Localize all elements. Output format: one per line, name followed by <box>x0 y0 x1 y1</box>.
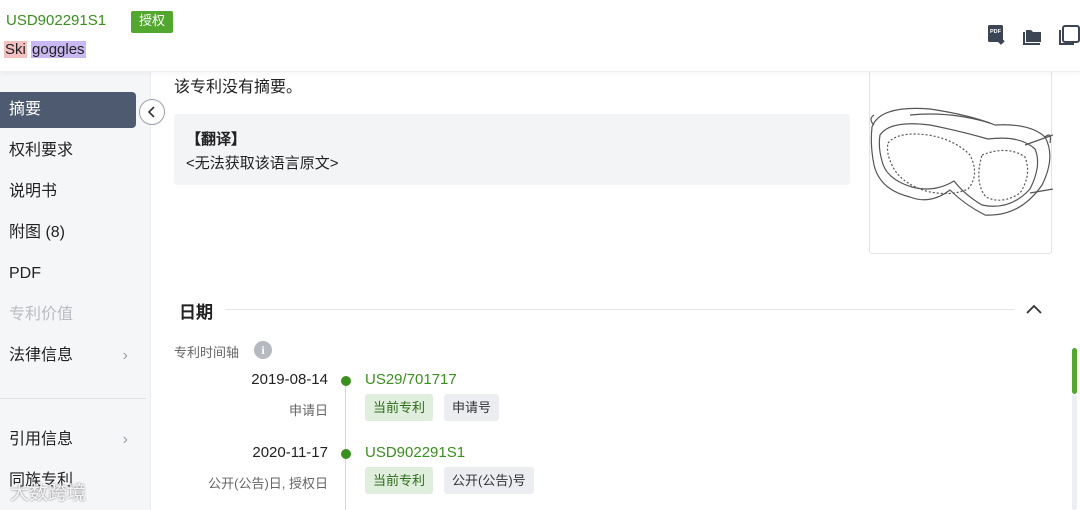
application-number-link[interactable]: US29/701717 <box>365 371 457 388</box>
info-icon[interactable]: i <box>254 341 272 359</box>
publication-number-link[interactable]: USD902291S1 <box>365 444 465 461</box>
sidebar-item-abstract[interactable]: 摘要 <box>0 92 136 128</box>
chevron-left-icon <box>147 106 155 118</box>
sidebar-item-claims[interactable]: 权利要求 <box>0 133 136 169</box>
sidebar-collapse-button[interactable] <box>139 99 165 125</box>
sidebar-item-description[interactable]: 说明书 <box>0 174 136 210</box>
event-date: 2020-11-17 <box>252 444 328 461</box>
copy-icon[interactable] <box>1058 24 1080 46</box>
status-badge: 授权 <box>131 11 174 33</box>
title-word-ski: Ski <box>4 41 27 58</box>
number-type-tag: 公开(公告)号 <box>444 467 534 494</box>
current-patent-tag: 当前专利 <box>365 394 434 421</box>
current-patent-tag: 当前专利 <box>365 467 434 494</box>
chevron-up-icon <box>1026 304 1042 314</box>
timeline-line <box>345 380 346 510</box>
event-date: 2019-08-14 <box>251 371 328 388</box>
svg-text:PDF: PDF <box>990 29 1002 35</box>
patent-number[interactable]: USD902291S1 <box>6 12 106 29</box>
watermark: 大数跨境 <box>10 483 87 504</box>
sidebar-item-label: 法律信息 <box>9 347 74 364</box>
dates-section-title: 日期 <box>179 303 213 322</box>
sidebar-item-pdf[interactable]: PDF <box>0 256 136 292</box>
folder-icon[interactable] <box>1022 24 1044 46</box>
scrollbar-thumb[interactable] <box>1072 348 1077 394</box>
timeline-dot <box>341 376 351 386</box>
pdf-download-icon[interactable]: PDF <box>986 24 1008 46</box>
section-divider <box>225 309 1015 310</box>
timeline-label: 专利时间轴 <box>174 345 240 360</box>
sidebar-item-drawings[interactable]: 附图 (8) <box>0 215 136 251</box>
sidebar-divider <box>0 398 146 399</box>
event-label: 申请日 <box>288 403 328 418</box>
scrollbar-track[interactable] <box>1072 394 1077 510</box>
sidebar-item-legal-info[interactable]: 法律信息 › <box>0 338 136 374</box>
title-word-goggles: goggles <box>31 41 86 58</box>
ski-goggles-drawing-icon <box>870 107 1054 216</box>
collapse-section-button[interactable] <box>1024 300 1044 320</box>
patent-header: USD902291S1 授权 Ski goggles PDF <box>0 0 1080 72</box>
drawing-thumbnail[interactable] <box>869 64 1054 254</box>
no-abstract-text: 该专利没有摘要。 <box>174 79 303 96</box>
event-label: 公开(公告)日, 授权日 <box>208 476 328 491</box>
chevron-right-icon: › <box>122 431 128 448</box>
chevron-right-icon: › <box>122 347 128 364</box>
patent-title: Ski goggles <box>4 41 86 58</box>
timeline-dot <box>341 449 351 459</box>
sidebar-item-label: 引用信息 <box>9 431 74 448</box>
translation-title: 【翻译】 <box>186 131 247 148</box>
number-type-tag: 申请号 <box>444 394 500 421</box>
header-toolbar: PDF <box>986 24 1080 46</box>
sidebar-item-citations[interactable]: 引用信息 › <box>0 422 136 458</box>
sidebar-item-patent-value: 专利价值 <box>9 306 74 323</box>
sidebar-nav: 摘要 权利要求 说明书 附图 (8) PDF 专利价值 法律信息 › 引用信息 … <box>0 72 151 510</box>
translation-box: 【翻译】 <无法获取该语言原文> <box>174 114 850 185</box>
translation-text: <无法获取该语言原文> <box>186 155 339 172</box>
